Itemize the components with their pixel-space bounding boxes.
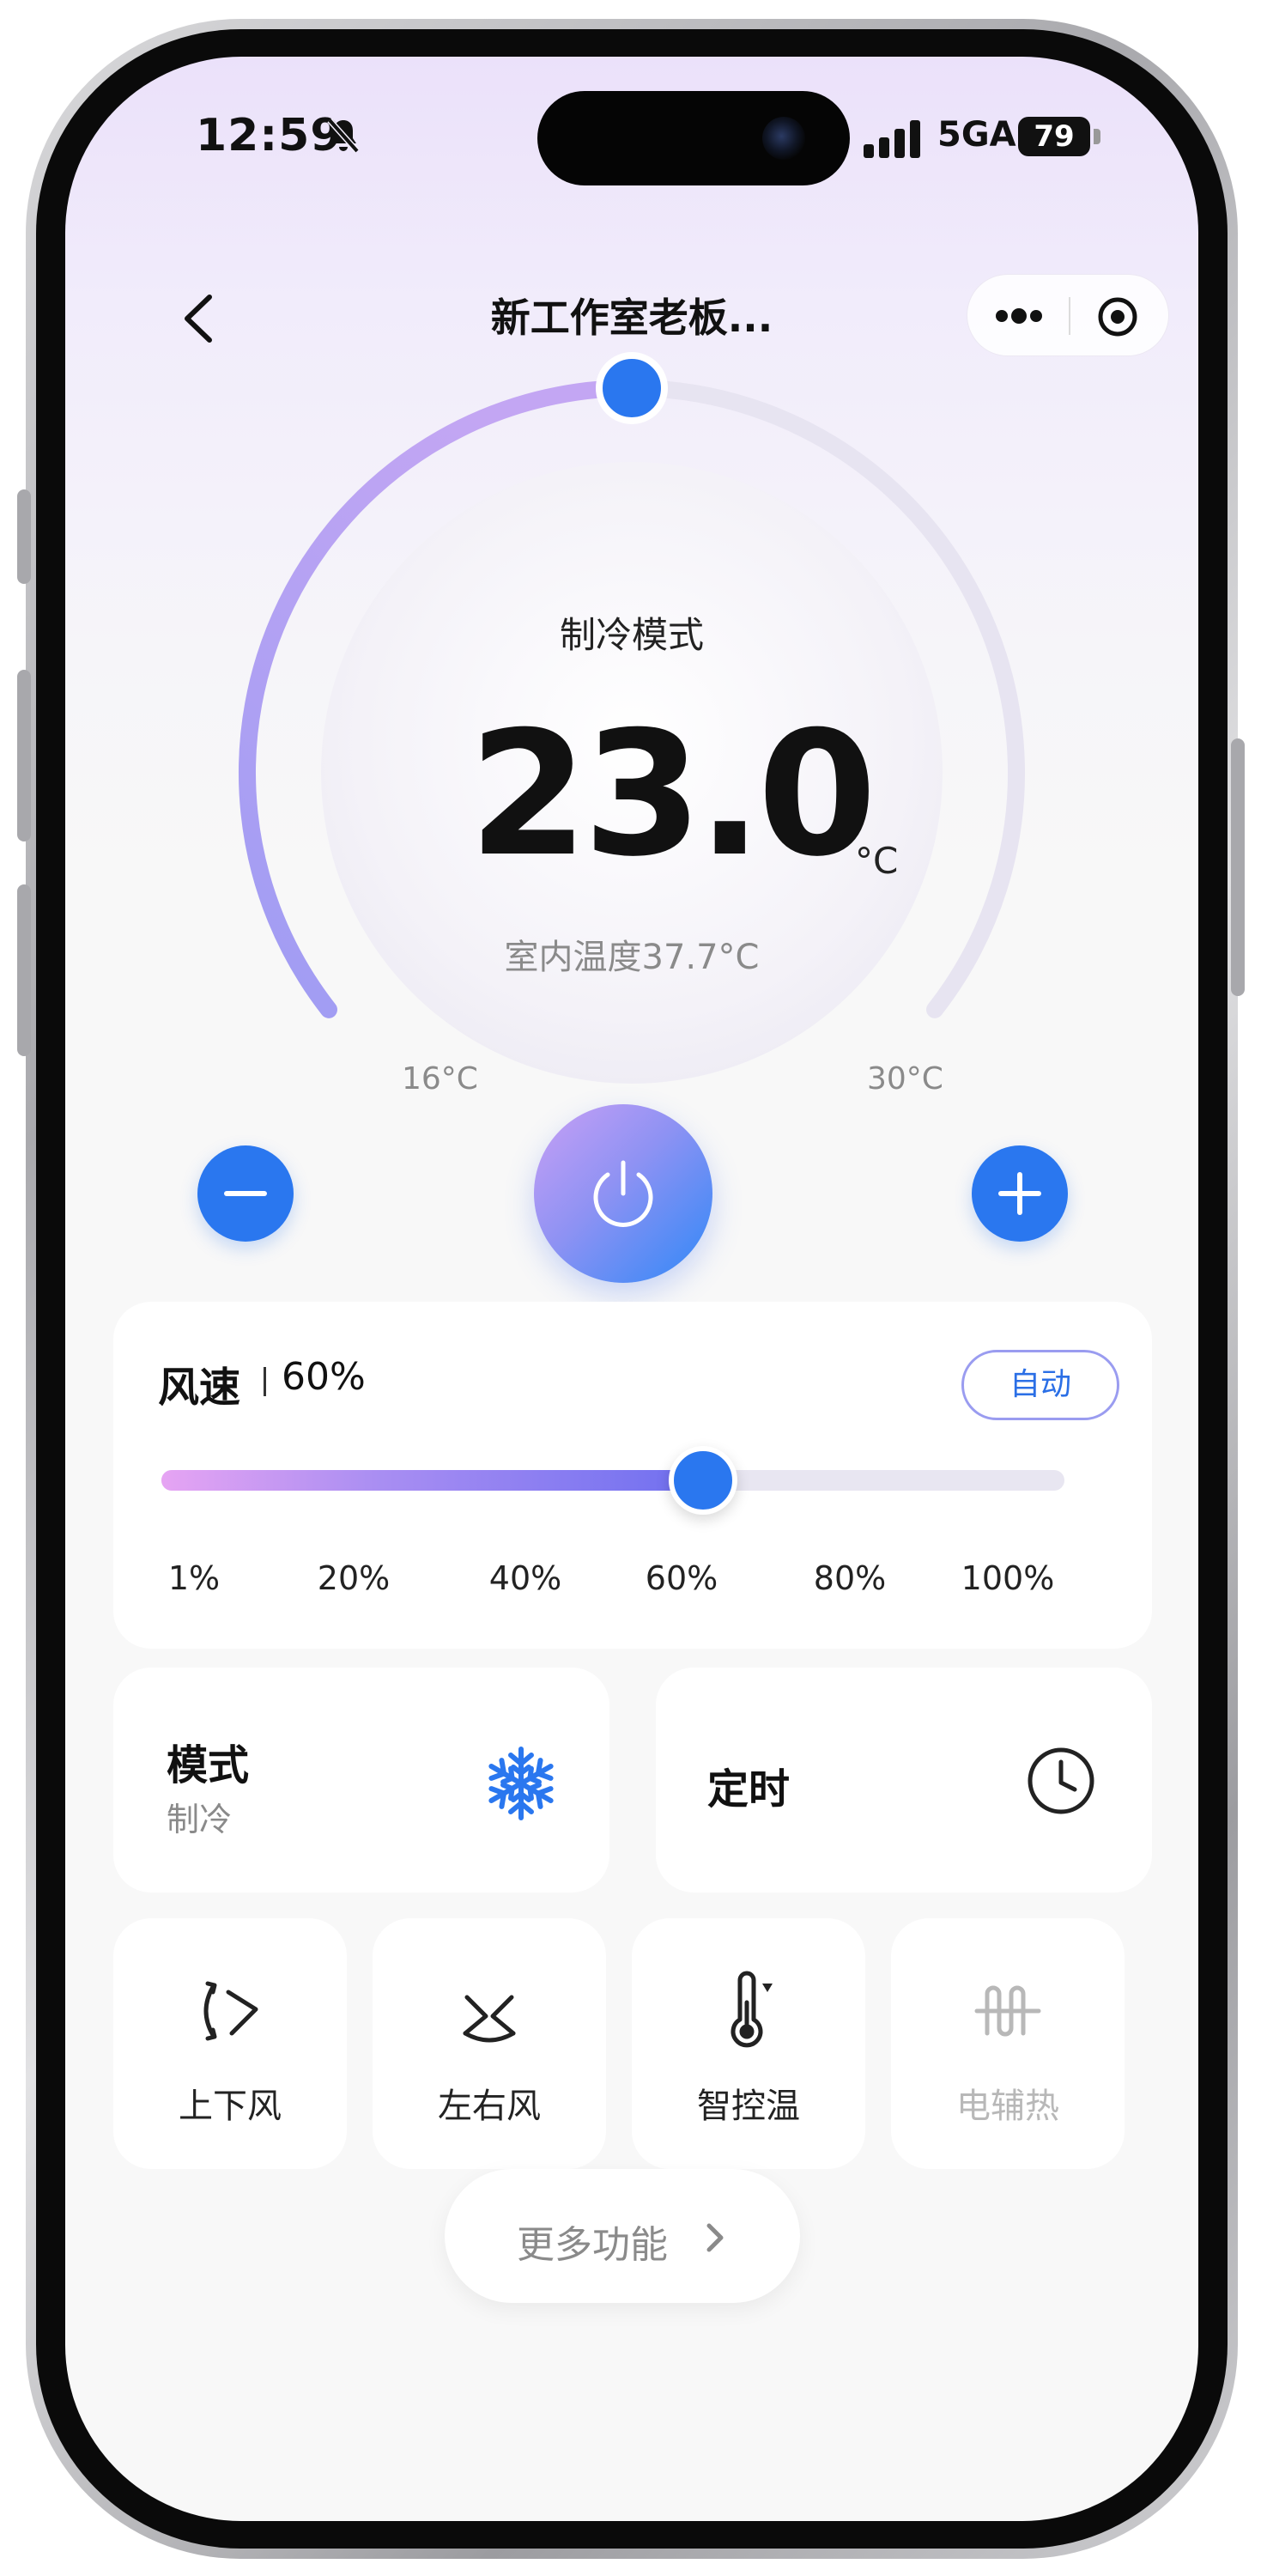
max-temperature-label: 30°C (867, 1061, 943, 1097)
more-functions-label: 更多功能 (517, 2223, 668, 2267)
wind-tick-20[interactable]: 20% (318, 1559, 390, 1597)
wind-speed-title: 风速 (158, 1364, 241, 1412)
wind-speed-separator (264, 1367, 266, 1396)
mode-label: 制冷模式 (559, 614, 704, 656)
clock-icon (1028, 1747, 1094, 1814)
power-icon (593, 1160, 653, 1227)
auto-wind-button[interactable]: 自动 (961, 1350, 1119, 1420)
wind-tick-1[interactable]: 1% (168, 1559, 220, 1597)
heater-icon (974, 1985, 1041, 2037)
wind-speed-slider-fill (161, 1470, 704, 1491)
plus-icon (998, 1172, 1041, 1215)
indoor-temperature: 室内温度37.7°C (504, 938, 760, 977)
mode-card-title: 模式 (167, 1741, 250, 1789)
side-power-button (1231, 738, 1245, 996)
swing-horizontal-icon (463, 1995, 516, 2043)
temperature-unit: °C (855, 840, 899, 882)
function-tile-swing-horizontal[interactable]: 左右风 (373, 1918, 606, 2169)
wind-speed-card: 风速 60% 自动 1% 20% 40% 60% 80% 100% (113, 1302, 1152, 1649)
snowflake-icon (482, 1747, 560, 1822)
chevron-right-icon (706, 2223, 724, 2252)
minus-icon (224, 1191, 267, 1196)
thermometer-icon (731, 1971, 773, 2048)
wind-tick-100[interactable]: 100% (961, 1559, 1055, 1597)
swing-vertical-icon (203, 1981, 258, 2041)
function-tile-swing-vertical[interactable]: 上下风 (113, 1918, 347, 2169)
function-label-aux-heat: 电辅热 (956, 2087, 1059, 2126)
volume-down-button (17, 884, 31, 1056)
function-label-smart-temp: 智控温 (697, 2087, 800, 2126)
action-button (17, 489, 31, 584)
mode-card-value: 制冷 (167, 1801, 233, 1838)
min-temperature-label: 16°C (402, 1061, 478, 1097)
timer-card[interactable]: 定时 (656, 1668, 1152, 1893)
set-temperature: 23.0 (469, 695, 876, 895)
mode-card[interactable]: 模式 制冷 (113, 1668, 609, 1893)
function-tile-aux-heat[interactable]: 电辅热 (891, 1918, 1125, 2169)
function-label-swing-vertical: 上下风 (179, 2087, 282, 2126)
dial-thumb[interactable] (596, 352, 668, 424)
function-tile-smart-temp[interactable]: 智控温 (632, 1918, 865, 2169)
increase-temperature-button[interactable] (972, 1145, 1068, 1242)
wind-tick-80[interactable]: 80% (814, 1559, 886, 1597)
app-screen: 12:59 5GA 79 新工作室老板... 制冷模式 23.0 °C 室内温度… (65, 57, 1198, 2521)
wind-tick-40[interactable]: 40% (489, 1559, 561, 1597)
function-label-swing-horizontal: 左右风 (438, 2087, 541, 2126)
wind-tick-60[interactable]: 60% (646, 1559, 718, 1597)
volume-up-button (17, 670, 31, 841)
wind-speed-slider-thumb[interactable] (669, 1446, 738, 1515)
decrease-temperature-button[interactable] (197, 1145, 294, 1242)
wind-speed-value: 60% (282, 1355, 366, 1399)
wind-speed-slider[interactable] (161, 1470, 1064, 1491)
timer-card-title: 定时 (707, 1765, 791, 1814)
more-functions-button[interactable]: 更多功能 (445, 2169, 800, 2303)
power-button[interactable] (534, 1104, 712, 1283)
